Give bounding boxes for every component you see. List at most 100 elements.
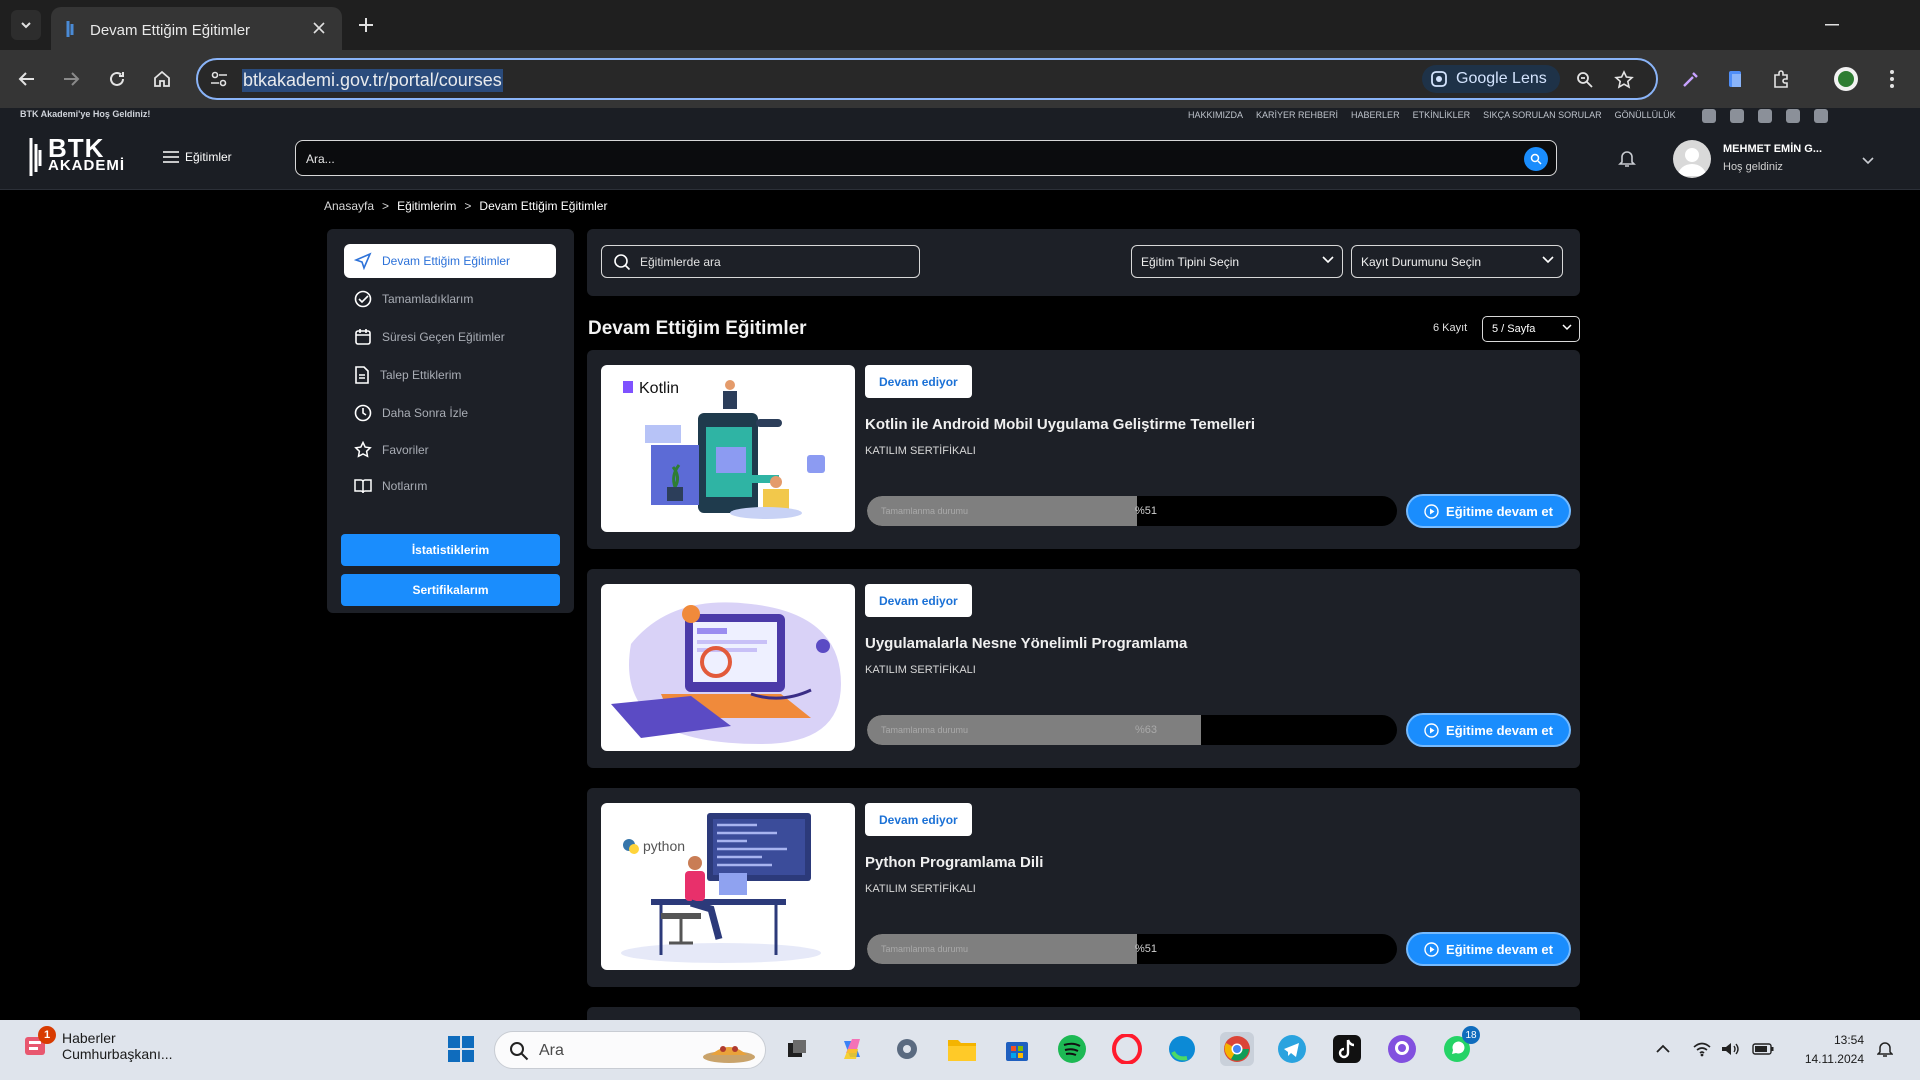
browser-toolbar: btkakademi.gov.tr/portal/courses Google … [0,50,1920,108]
chrome-icon[interactable] [1220,1032,1254,1066]
certificates-button[interactable]: Sertifikalarım [341,574,560,606]
breadcrumb-my-courses[interactable]: Eğitimlerim [397,199,456,213]
youtube-icon[interactable] [1786,109,1800,123]
site-search-button[interactable] [1524,147,1548,171]
top-link-volunteer[interactable]: GÖNÜLLÜLÜK [1615,110,1676,120]
page-size-select[interactable]: 5 / Sayfa [1482,316,1580,342]
check-circle-icon [354,290,372,308]
whatsapp-icon[interactable]: 18 [1440,1026,1480,1066]
address-bar[interactable]: btkakademi.gov.tr/portal/courses Google … [196,58,1658,100]
windows-start-icon[interactable] [444,1032,478,1066]
reload-icon [110,71,124,86]
edge-icon[interactable] [1165,1032,1199,1066]
section-title: Devam Ettiğim Eğitimler [588,318,807,339]
github-icon[interactable] [1385,1032,1419,1066]
tab-search-button[interactable] [11,10,41,40]
reload-button[interactable] [101,63,133,95]
url-text[interactable]: btkakademi.gov.tr/portal/courses [242,69,503,92]
course-subtitle: KATILIM SERTİFİKALI [865,883,976,895]
instagram-icon[interactable] [1730,109,1744,123]
show-hidden-icons-chevron-icon[interactable] [1652,1038,1674,1060]
user-menu-chevron-icon[interactable] [1862,152,1874,170]
course-thumbnail[interactable]: python [601,803,855,970]
facebook-icon[interactable] [1702,109,1716,123]
extensions-puzzle-icon[interactable] [1765,63,1797,95]
volume-icon[interactable] [1719,1038,1741,1060]
statistics-button[interactable]: İstatistiklerim [341,534,560,566]
news-widget[interactable]: 1 Haberler Cumhurbaşkanı... [22,1026,173,1062]
star-icon [354,441,372,458]
tiktok-icon[interactable] [1330,1032,1364,1066]
x-icon[interactable] [1814,109,1828,123]
lens-label: Google Lens [1456,70,1547,87]
extension-icon[interactable] [1719,63,1751,95]
home-button[interactable] [146,63,178,95]
top-link-events[interactable]: ETKİNLİKLER [1413,110,1471,120]
top-link-about[interactable]: HAKKIMIZDA [1188,110,1243,120]
clock-time[interactable]: 13:54 [1802,1033,1864,1047]
tab-title: Devam Ettiğim Eğitimler [90,22,251,39]
sidebar-item-favorites[interactable]: Favoriler [344,433,556,467]
taskbar-search-input[interactable]: Ara [494,1031,766,1069]
sidebar-item-expired[interactable]: Süresi Geçen Eğitimler [344,320,556,354]
sidebar-item-notes[interactable]: Notlarım [344,469,556,503]
back-button[interactable] [11,63,43,95]
zoom-icon[interactable] [1573,68,1597,92]
breadcrumb-home[interactable]: Anasayfa [324,199,374,213]
battery-icon[interactable] [1752,1038,1774,1060]
browser-menu-icon[interactable] [1876,63,1908,95]
course-title[interactable]: Uygulamalarla Nesne Yönelimli Programlam… [865,635,1187,652]
linkedin-icon[interactable] [1758,109,1772,123]
top-link-news[interactable]: HABERLER [1351,110,1400,120]
notification-bell-icon[interactable] [1618,148,1636,173]
course-title[interactable]: Python Programlama Dili [865,854,1043,871]
continue-course-button[interactable]: Eğitime devam et [1406,494,1571,528]
user-name[interactable]: MEHMET EMİN G... [1723,143,1822,155]
eyedropper-extension-icon[interactable] [1675,63,1707,95]
top-link-career[interactable]: KARİYER REHBERİ [1256,110,1338,120]
task-view-icon[interactable] [780,1032,814,1066]
course-title[interactable]: Kotlin ile Android Mobil Uygulama Gelişt… [865,416,1255,433]
course-thumbnail[interactable]: Kotlin [601,365,855,532]
chevron-down-icon [1542,256,1554,264]
progress-label: Tamamlanma durumu [881,506,969,516]
browser-tab-bar: Devam Ettiğim Eğitimler [0,0,1920,50]
news-title: Haberler [62,1030,116,1046]
enrollment-status-select[interactable]: Kayıt Durumunu Seçin [1351,245,1563,278]
btk-logo[interactable]: BTK AKADEMİ [28,135,125,178]
sidebar-item-ongoing[interactable]: Devam Ettiğim Eğitimler [344,244,556,278]
bookmark-star-icon[interactable] [1612,68,1636,92]
course-search-input[interactable]: Eğitimlerde ara [601,245,920,278]
clock-date[interactable]: 14.11.2024 [1792,1052,1864,1066]
continue-course-button[interactable]: Eğitime devam et [1406,713,1571,747]
profile-avatar-icon[interactable] [1830,63,1862,95]
close-tab-icon[interactable] [308,17,330,39]
document-icon [355,366,369,384]
site-search-input[interactable]: Ara... [295,140,1557,176]
logo-line-2: AKADEMİ [48,157,125,174]
wifi-icon[interactable] [1691,1038,1713,1060]
continue-course-button[interactable]: Eğitime devam et [1406,932,1571,966]
top-link-faq[interactable]: SIKÇA SORULAN SORULAR [1483,110,1602,120]
opera-icon[interactable] [1110,1032,1144,1066]
copilot-icon[interactable] [835,1032,869,1066]
file-explorer-icon[interactable] [945,1032,979,1066]
courses-menu-button[interactable]: Eğitimler [163,150,232,164]
telegram-icon[interactable] [1275,1032,1309,1066]
forward-button[interactable] [55,63,87,95]
browser-tab-active[interactable]: Devam Ettiğim Eğitimler [51,7,342,50]
site-info-icon[interactable] [210,70,228,88]
new-tab-button[interactable] [352,11,380,39]
search-icon [510,1042,529,1061]
sidebar-item-completed[interactable]: Tamamladıklarım [344,282,556,316]
settings-gear-icon[interactable] [890,1032,924,1066]
course-thumbnail[interactable] [601,584,855,751]
microsoft-store-icon[interactable] [1000,1032,1034,1066]
spotify-icon[interactable] [1055,1032,1089,1066]
sidebar-item-watch-later[interactable]: Daha Sonra İzle [344,396,556,430]
course-type-select[interactable]: Eğitim Tipini Seçin [1131,245,1343,278]
user-avatar[interactable] [1673,140,1711,178]
google-lens-button[interactable]: Google Lens [1422,65,1560,93]
sidebar-item-requested[interactable]: Talep Ettiklerim [344,358,556,392]
notification-bell-icon[interactable] [1874,1038,1896,1060]
